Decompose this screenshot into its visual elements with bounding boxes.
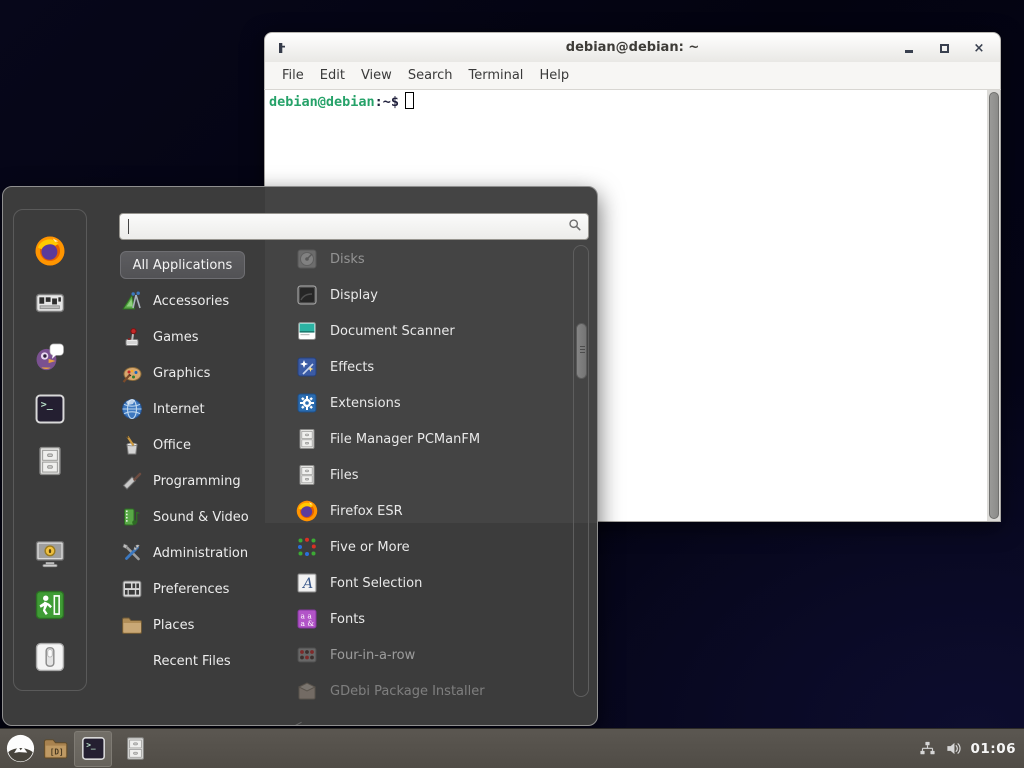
favorite-keyboard-settings[interactable] — [31, 284, 69, 322]
app-effects[interactable]: Effects — [265, 349, 571, 385]
volume-icon[interactable] — [945, 740, 962, 757]
taskbar: [D] >_ 01:06 — [0, 728, 1024, 768]
cabinet-icon — [295, 427, 319, 451]
app-four-in-a-row[interactable]: Four-in-a-row — [265, 637, 571, 673]
session-lock-screen[interactable] — [31, 534, 69, 572]
search-icon — [568, 217, 582, 236]
fontsel-icon: A — [295, 571, 319, 595]
app-display[interactable]: Display — [265, 277, 571, 313]
svg-text:a &: a & — [301, 619, 315, 628]
desktop: debian@debian: ~ × FileEditViewSearchTer… — [0, 0, 1024, 768]
search-input[interactable] — [129, 219, 568, 234]
terminal-menu-search[interactable]: Search — [400, 62, 461, 89]
search-box[interactable] — [119, 213, 589, 240]
window-title: debian@debian: ~ — [265, 40, 1000, 55]
category-places[interactable]: Places — [120, 607, 266, 643]
gdebi-icon — [295, 679, 319, 701]
svg-text:A: A — [301, 576, 313, 592]
soundvideo-icon — [120, 505, 144, 529]
graphics-icon — [120, 361, 144, 385]
clock[interactable]: 01:06 — [971, 741, 1016, 757]
minimize-button[interactable] — [902, 41, 916, 55]
favorite-terminal[interactable]: >_ — [31, 390, 69, 428]
close-button[interactable]: × — [972, 41, 986, 55]
system-tray: 01:06 — [919, 740, 1024, 757]
app-file-manager-pcmanfm[interactable]: File Manager PCManFM — [265, 421, 571, 457]
games-icon — [120, 325, 144, 349]
favorite-pidgin[interactable] — [31, 337, 69, 375]
menu-button[interactable] — [2, 731, 38, 767]
category-internet[interactable]: Internet — [120, 391, 266, 427]
scanner-icon — [295, 319, 319, 343]
application-list: DisksDisplayDocument ScannerEffectsExten… — [265, 241, 571, 701]
display-icon — [295, 283, 319, 307]
menu-scrollbar-thumb[interactable] — [576, 323, 587, 379]
terminal-cursor — [405, 92, 414, 109]
file-manager-launcher[interactable]: [D] — [38, 731, 72, 767]
files-window-button[interactable] — [116, 731, 154, 767]
app-gdebi-package-installer[interactable]: GDebi Package Installer — [265, 673, 571, 701]
svg-text:>_: >_ — [86, 740, 96, 749]
app-document-scanner[interactable]: Document Scanner — [265, 313, 571, 349]
network-icon[interactable] — [919, 740, 936, 757]
svg-text:>_: >_ — [41, 400, 53, 411]
favorite-firefox[interactable] — [31, 232, 69, 270]
firefox-icon — [295, 499, 319, 523]
category-preferences[interactable]: Preferences — [120, 571, 266, 607]
svg-text:[D]: [D] — [49, 747, 63, 756]
category-graphics[interactable]: Graphics — [120, 355, 266, 391]
terminal-prompt: debian@debian:~$ — [269, 92, 414, 110]
app-five-or-more[interactable]: Five or More — [265, 529, 571, 565]
app-extensions[interactable]: Extensions — [265, 385, 571, 421]
terminal-menu-edit[interactable]: Edit — [312, 62, 353, 89]
wallpaper-swoosh-line — [221, 722, 302, 726]
terminal-scrollbar-thumb[interactable] — [989, 92, 999, 519]
session-logout[interactable] — [31, 586, 69, 624]
effects-icon — [295, 355, 319, 379]
disks-icon — [295, 247, 319, 271]
fourinarow-icon — [295, 643, 319, 667]
favorite-file-manager[interactable] — [31, 442, 69, 480]
terminal-menu-view[interactable]: View — [353, 62, 400, 89]
office-icon — [120, 433, 144, 457]
terminal-scrollbar[interactable] — [987, 90, 1000, 521]
category-games[interactable]: Games — [120, 319, 266, 355]
programming-icon — [120, 469, 144, 493]
category-recent-files[interactable]: Recent Files — [120, 643, 266, 679]
app-disks[interactable]: Disks — [265, 241, 571, 277]
cabinet-icon — [295, 463, 319, 487]
accessories-icon — [120, 289, 144, 313]
internet-icon — [120, 397, 144, 421]
app-firefox-esr[interactable]: Firefox ESR — [265, 493, 571, 529]
favorites-panel: >_ — [13, 209, 87, 691]
category-office[interactable]: Office — [120, 427, 266, 463]
app-font-selection[interactable]: AFont Selection — [265, 565, 571, 601]
terminal-menu-file[interactable]: File — [274, 62, 312, 89]
category-sound-video[interactable]: Sound & Video — [120, 499, 266, 535]
terminal-window-button[interactable]: >_ — [74, 731, 112, 767]
category-programming[interactable]: Programming — [120, 463, 266, 499]
terminal-menu-terminal[interactable]: Terminal — [460, 62, 531, 89]
all-applications-button[interactable]: All Applications — [120, 251, 245, 279]
session-shutdown[interactable] — [31, 638, 69, 676]
category-administration[interactable]: Administration — [120, 535, 266, 571]
terminal-menu-help[interactable]: Help — [531, 62, 577, 89]
app-fonts[interactable]: a aa &Fonts — [265, 601, 571, 637]
fonts-icon: a aa & — [295, 607, 319, 631]
terminal-titlebar[interactable]: debian@debian: ~ × — [264, 32, 1001, 62]
app-files[interactable]: Files — [265, 457, 571, 493]
scrollbar-grip — [580, 346, 585, 355]
terminal-menubar: FileEditViewSearchTerminalHelp — [264, 62, 1001, 90]
application-menu: >_ All Applications AccessoriesGamesGrap… — [2, 186, 598, 726]
maximize-button[interactable] — [937, 41, 951, 55]
categories-column: All Applications AccessoriesGamesGraphic… — [120, 251, 266, 679]
preferences-icon — [120, 577, 144, 601]
category-accessories[interactable]: Accessories — [120, 283, 266, 319]
menu-scrollbar-track[interactable] — [573, 245, 589, 697]
fiveormore-icon — [295, 535, 319, 559]
places-icon — [120, 613, 144, 637]
extensions-icon — [295, 391, 319, 415]
administration-icon — [120, 541, 144, 565]
